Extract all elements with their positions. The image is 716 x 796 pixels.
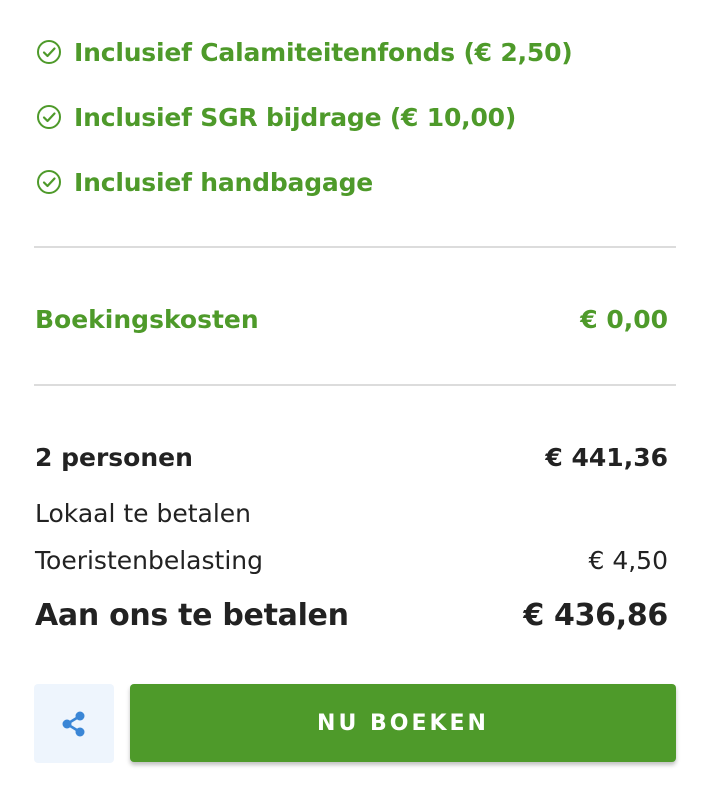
- inclusion-label: Inclusief handbagage: [74, 167, 374, 197]
- book-now-label: NU BOEKEN: [317, 710, 489, 736]
- check-circle-icon: [35, 39, 62, 66]
- divider: [34, 384, 676, 386]
- share-button[interactable]: [34, 684, 114, 763]
- inclusion-label: Inclusief Calamiteitenfonds (€ 2,50): [74, 37, 573, 67]
- check-circle-icon: [35, 169, 62, 196]
- inclusion-item: Inclusief SGR bijdrage (€ 10,00): [35, 95, 573, 139]
- persons-label: 2 personen: [35, 442, 193, 472]
- booking-costs-row: Boekingskosten € 0,00: [35, 300, 668, 338]
- local-pay-label: Lokaal te betalen: [35, 498, 252, 528]
- inclusions-list: Inclusief Calamiteitenfonds (€ 2,50) Inc…: [35, 30, 573, 225]
- inclusion-item: Inclusief Calamiteitenfonds (€ 2,50): [35, 30, 573, 74]
- booking-costs-label: Boekingskosten: [35, 304, 259, 334]
- local-pay-row: Lokaal te betalen: [35, 494, 668, 532]
- persons-value: € 441,36: [545, 442, 668, 472]
- inclusion-item: Inclusief handbagage: [35, 160, 573, 204]
- total-label: Aan ons te betalen: [35, 597, 349, 633]
- booking-costs-value: € 0,00: [580, 304, 668, 334]
- check-circle-icon: [35, 104, 62, 131]
- tourist-tax-value: € 4,50: [588, 545, 668, 575]
- tourist-tax-label: Toeristenbelasting: [35, 545, 263, 575]
- book-now-button[interactable]: NU BOEKEN: [130, 684, 676, 762]
- tourist-tax-row: Toeristenbelasting € 4,50: [35, 541, 668, 579]
- total-row: Aan ons te betalen € 436,86: [35, 593, 668, 637]
- total-value: € 436,86: [523, 597, 668, 633]
- persons-row: 2 personen € 441,36: [35, 438, 668, 476]
- divider: [34, 246, 676, 248]
- share-icon: [58, 708, 90, 740]
- inclusion-label: Inclusief SGR bijdrage (€ 10,00): [74, 102, 517, 132]
